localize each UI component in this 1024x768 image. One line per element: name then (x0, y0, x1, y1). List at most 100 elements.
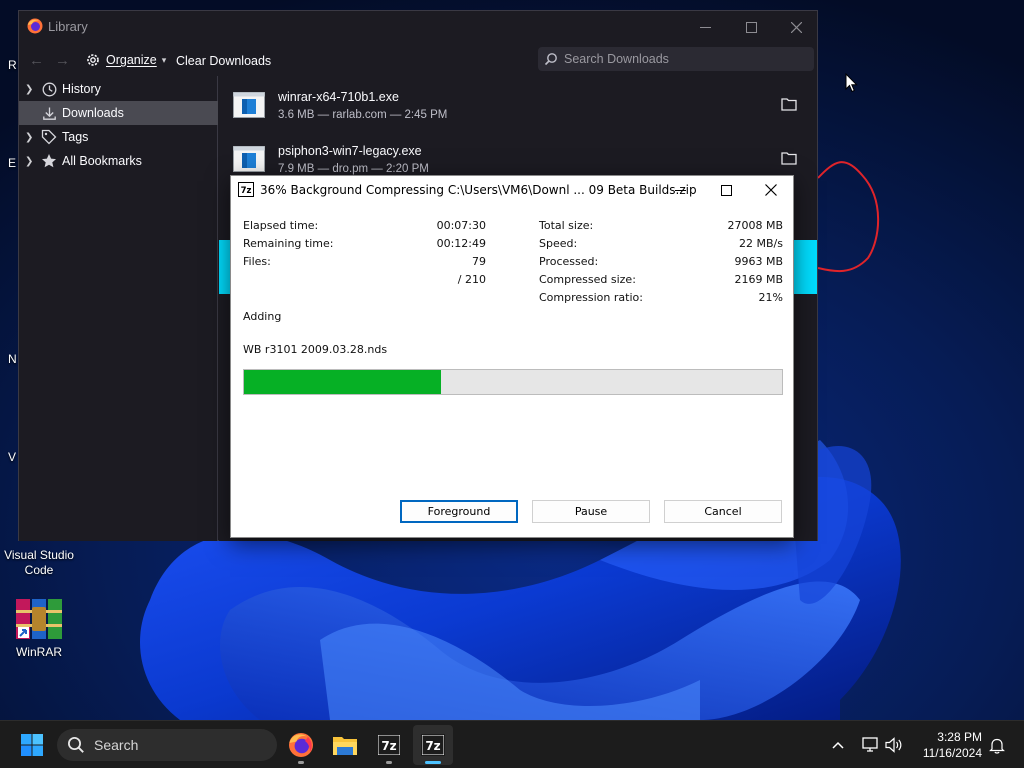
taskbar-app-7zip[interactable]: 7z (413, 725, 453, 765)
folder-icon[interactable] (781, 151, 797, 165)
organize-label: Organize (106, 53, 157, 67)
maximize-button[interactable] (728, 11, 774, 43)
taskbar-search-box[interactable]: Search (57, 729, 277, 761)
desktop-icon-vscode[interactable]: Visual Studio Code (1, 548, 77, 578)
download-filename: psiphon3-win7-legacy.exe (278, 144, 422, 158)
sidebar-item-all-bookmarks[interactable]: ❯ All Bookmarks (19, 149, 218, 173)
desktop-icon-label-partial: E (8, 156, 17, 170)
total-size-value: 27008 MB (727, 219, 783, 232)
bell-icon (989, 738, 1005, 754)
svg-text:7z: 7z (425, 739, 440, 753)
download-meta: 3.6 MB — rarlab.com — 2:45 PM (278, 109, 448, 121)
sidebar-item-label: History (62, 82, 101, 96)
volume-button[interactable] (882, 733, 906, 757)
search-placeholder: Search Downloads (564, 52, 669, 66)
clock-time: 3:28 PM (937, 730, 982, 744)
chevron-down-icon: ▾ (161, 54, 167, 65)
foreground-button[interactable]: Foreground (400, 500, 518, 523)
speed-label: Speed: (539, 237, 578, 250)
winrar-icon (16, 599, 62, 639)
organize-button[interactable]: Organize ▾ (85, 50, 166, 70)
chevron-up-icon (832, 741, 844, 749)
forward-arrow-icon[interactable]: → (55, 52, 70, 69)
download-item[interactable]: winrar-x64-710b1.exe 3.6 MB — rarlab.com… (219, 78, 817, 132)
cancel-button[interactable]: Cancel (664, 500, 782, 523)
close-button[interactable] (748, 176, 794, 204)
sidebar-item-downloads[interactable]: Downloads (19, 101, 218, 125)
notifications-button[interactable] (986, 733, 1008, 757)
maximize-icon (720, 184, 732, 196)
compressed-size-value: 2169 MB (734, 273, 783, 286)
dialog-titlebar[interactable]: 7z 36% Background Compressing C:\Users\V… (231, 176, 793, 204)
clock-date: 11/16/2024 (922, 746, 982, 760)
chevron-right-icon[interactable]: ❯ (25, 156, 37, 167)
window-title: Library (48, 19, 88, 34)
star-icon (42, 154, 56, 168)
desktop-icon-winrar[interactable]: WinRAR (1, 597, 77, 660)
files-total-value: / 210 (457, 273, 486, 286)
desktop-icon-label-partial: V (8, 450, 17, 464)
desktop-icon-label-partial: N (8, 352, 17, 366)
clock-icon (42, 82, 56, 96)
show-hidden-icons-button[interactable] (826, 733, 850, 757)
compression-ratio-value: 21% (758, 291, 783, 304)
volume-icon (885, 737, 902, 753)
files-value: 79 (472, 255, 486, 268)
network-button[interactable] (858, 733, 882, 757)
sidebar-item-history[interactable]: ❯ History (19, 77, 218, 101)
start-button[interactable] (12, 725, 52, 765)
7zip-icon: 7z (421, 734, 445, 756)
pause-button[interactable]: Pause (532, 500, 650, 523)
close-icon (765, 184, 777, 196)
taskbar-app-7zip[interactable]: 7z (369, 725, 409, 765)
download-arrow-icon (42, 107, 56, 120)
sidebar-item-label: All Bookmarks (62, 154, 142, 168)
close-button[interactable] (773, 11, 819, 43)
total-size-label: Total size: (539, 219, 594, 232)
chevron-right-icon[interactable]: ❯ (25, 132, 37, 143)
taskbar-app-file-explorer[interactable] (325, 725, 365, 765)
taskbar: Search 7z 7z 3:28 PM 11/16/2024 (0, 720, 1024, 768)
maximize-button[interactable] (703, 176, 749, 204)
back-arrow-icon[interactable]: ← (29, 52, 44, 69)
compression-progress-dialog: 7z 36% Background Compressing C:\Users\V… (230, 175, 794, 538)
desktop-icon-label: Visual Studio Code (4, 548, 74, 577)
desktop-icon-label: WinRAR (15, 645, 62, 659)
clear-downloads-button[interactable]: Clear Downloads (176, 54, 271, 68)
processed-value: 9963 MB (734, 255, 783, 268)
search-icon (544, 53, 557, 66)
folder-icon[interactable] (781, 97, 797, 111)
minimize-button[interactable] (682, 11, 728, 43)
current-file-name: WB r3101 2009.03.28.nds (243, 343, 388, 356)
network-icon (862, 737, 878, 752)
progress-bar (243, 369, 783, 395)
start-icon (21, 734, 43, 756)
sidebar-item-label: Downloads (62, 106, 124, 120)
close-icon (790, 21, 802, 33)
speed-value: 22 MB/s (739, 237, 783, 250)
maximize-icon (745, 21, 757, 33)
tag-icon (41, 129, 57, 145)
executable-file-icon (233, 146, 265, 172)
taskbar-clock[interactable]: 3:28 PM 11/16/2024 (912, 729, 982, 761)
library-titlebar[interactable]: Library (19, 11, 817, 43)
search-downloads-input[interactable]: Search Downloads (538, 47, 814, 71)
svg-text:7z: 7z (241, 186, 252, 196)
sidebar-item-tags[interactable]: ❯ Tags (19, 125, 218, 149)
remaining-time-value: 00:12:49 (436, 237, 486, 250)
download-meta: 7.9 MB — dro.pm — 2:20 PM (278, 163, 429, 175)
compression-ratio-label: Compression ratio: (539, 291, 643, 304)
chevron-right-icon[interactable]: ❯ (25, 84, 37, 95)
minimize-button[interactable] (657, 176, 703, 204)
7zip-icon: 7z (238, 182, 254, 197)
app-active-indicator (425, 761, 441, 764)
file-explorer-icon (333, 737, 357, 755)
library-sidebar: ❯ History Downloads ❯ Tags ❯ All Bookmar… (19, 76, 218, 541)
elapsed-time-label: Elapsed time: (243, 219, 319, 232)
firefox-icon (27, 18, 43, 34)
status-text: Adding (243, 310, 282, 323)
taskbar-app-firefox[interactable] (281, 725, 321, 765)
firefox-icon (289, 733, 313, 757)
processed-label: Processed: (539, 255, 599, 268)
minimize-icon (699, 26, 711, 28)
